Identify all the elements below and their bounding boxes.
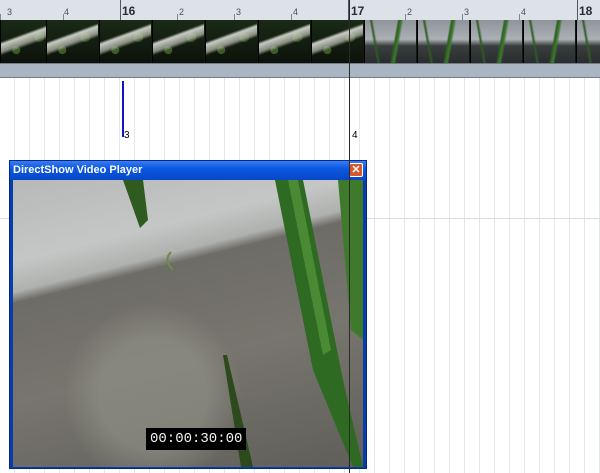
ruler-beat-label: 4: [521, 7, 527, 17]
timeline-ruler[interactable]: 16 17 18 3 4 2 3 4 2 3 4: [0, 0, 600, 21]
video-frame: 00:00:30:00: [13, 180, 363, 467]
close-icon: ✕: [351, 164, 361, 176]
video-thumbnail-track[interactable]: [0, 20, 600, 63]
ruler-beat-label: 3: [464, 7, 470, 17]
playhead-label: 4: [352, 130, 358, 141]
video-thumbnail: [470, 20, 522, 63]
video-thumbnail: [258, 20, 310, 63]
video-thumbnail: [364, 20, 416, 63]
ruler-bar-tick: [577, 0, 578, 20]
ruler-beat-label: 3: [7, 7, 13, 17]
ruler-beat-label: 4: [293, 7, 299, 17]
ruler-bar-label: 16: [122, 4, 136, 18]
marker-label: 3: [124, 130, 130, 141]
video-thumbnail: [0, 20, 52, 63]
ruler-bar-label: 18: [579, 4, 593, 18]
ruler-beat-label: 4: [64, 7, 70, 17]
video-thumbnail: [576, 20, 600, 63]
video-thumbnail: [205, 20, 257, 63]
video-thumbnail: [523, 20, 575, 63]
playhead-line[interactable]: [349, 0, 350, 473]
ruler-beat-label: 2: [407, 7, 413, 17]
ruler-beat-label: 3: [236, 7, 242, 17]
video-thumbnail: [311, 20, 363, 63]
timecode-display: 00:00:30:00: [146, 428, 247, 450]
video-player-title: DirectShow Video Player: [13, 164, 143, 176]
ruler-bar-tick: [120, 0, 121, 20]
video-thumbnail: [99, 20, 151, 63]
video-player-titlebar[interactable]: DirectShow Video Player ✕: [10, 161, 366, 180]
video-player-window[interactable]: DirectShow Video Player ✕ 00:00:30:00: [9, 160, 367, 469]
grass-blades-image: [123, 180, 363, 467]
ruler-beat-label: 2: [179, 7, 185, 17]
video-thumbnail: [152, 20, 204, 63]
horizontal-scrollbar[interactable]: [0, 63, 600, 78]
video-thumbnail: [417, 20, 469, 63]
ruler-bar-label: 17: [351, 4, 365, 18]
close-button[interactable]: ✕: [349, 163, 363, 177]
marker-line[interactable]: [122, 81, 124, 137]
video-thumbnail: [46, 20, 98, 63]
